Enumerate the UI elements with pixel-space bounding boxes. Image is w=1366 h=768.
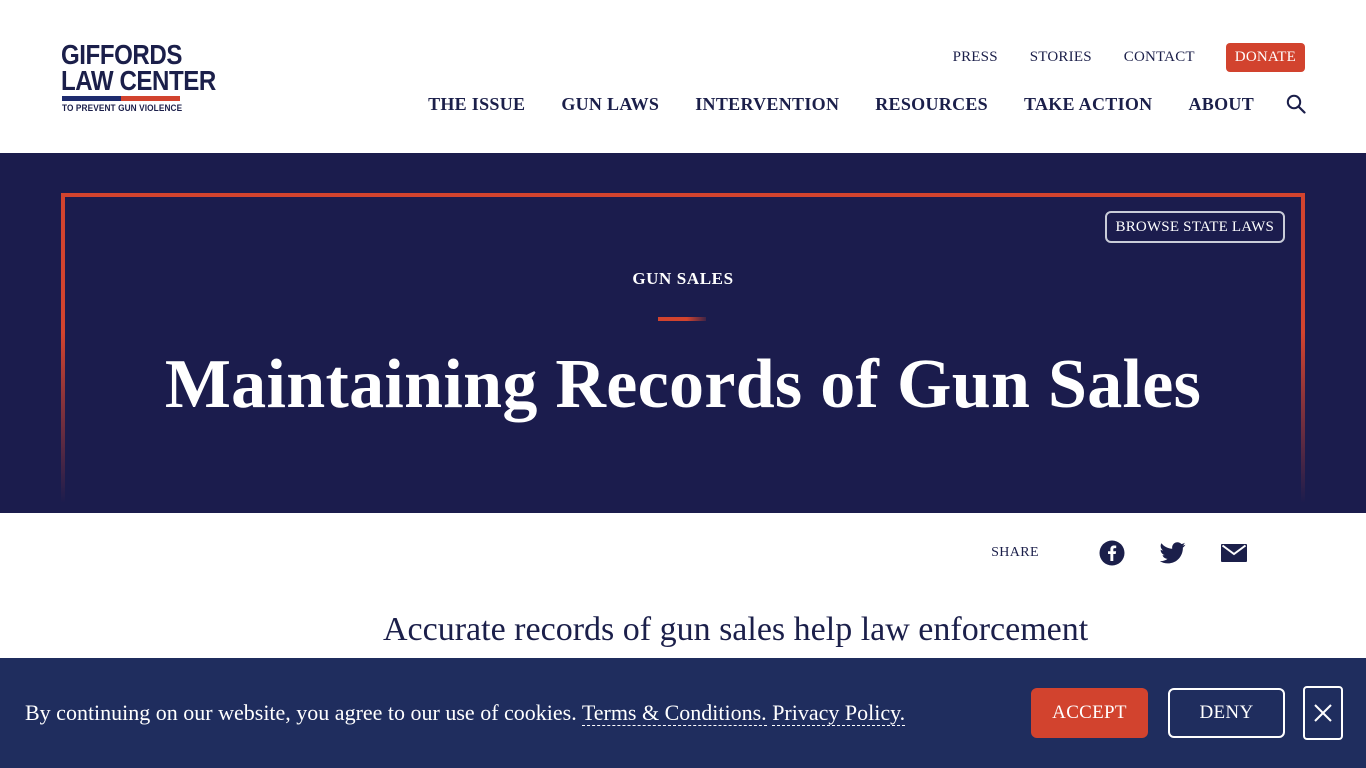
logo-tagline: TO PREVENT GUN VIOLENCE (62, 103, 183, 113)
cookie-banner: By continuing on our website, you agree … (0, 658, 1366, 768)
share-bar: SHARE (991, 537, 1248, 569)
accept-cookies-button[interactable]: ACCEPT (1031, 688, 1148, 738)
facebook-icon[interactable] (1098, 539, 1126, 567)
nav-stories[interactable]: STORIES (1030, 49, 1092, 66)
twitter-icon[interactable] (1159, 539, 1187, 567)
close-icon[interactable] (1303, 686, 1343, 740)
utility-nav: PRESS STORIES CONTACT DONATE (921, 42, 1305, 72)
privacy-policy-link[interactable]: Privacy Policy. (772, 700, 906, 726)
nav-the-issue[interactable]: THE ISSUE (428, 94, 525, 115)
nav-press[interactable]: PRESS (953, 49, 998, 66)
nav-resources[interactable]: RESOURCES (875, 94, 988, 115)
donate-button[interactable]: DONATE (1225, 42, 1305, 72)
terms-link[interactable]: Terms & Conditions. (581, 700, 767, 726)
hero-frame: BROWSE STATE LAWS GUN SALES Maintaining … (61, 193, 1305, 513)
intro-paragraph: Accurate records of gun sales help law e… (383, 611, 1089, 648)
site-header: GIFFORDS LAW CENTER TO PREVENT GUN VIOLE… (0, 0, 1366, 153)
nav-take-action[interactable]: TAKE ACTION (1024, 94, 1153, 115)
cookie-message: By continuing on our website, you agree … (25, 698, 906, 728)
logo-color-bar (62, 96, 180, 101)
eyebrow-divider (658, 317, 706, 321)
browse-state-laws-button[interactable]: BROWSE STATE LAWS (1104, 211, 1285, 243)
giffords-logo[interactable]: GIFFORDS LAW CENTER TO PREVENT GUN VIOLE… (61, 41, 216, 114)
nav-contact[interactable]: CONTACT (1124, 49, 1195, 66)
nav-intervention[interactable]: INTERVENTION (695, 94, 839, 115)
hero-banner: BROWSE STATE LAWS GUN SALES Maintaining … (0, 153, 1366, 513)
share-label: SHARE (991, 545, 1039, 560)
deny-cookies-button[interactable]: DENY (1168, 688, 1285, 738)
email-icon[interactable] (1220, 539, 1248, 567)
nav-about[interactable]: ABOUT (1188, 94, 1254, 115)
category-eyebrow[interactable]: GUN SALES (61, 269, 1305, 289)
search-icon[interactable] (1286, 94, 1306, 114)
page-title: Maintaining Records of Gun Sales (164, 346, 1202, 423)
logo-line-law-center: LAW CENTER (61, 65, 216, 96)
cookie-message-text: By continuing on our website, you agree … (25, 700, 577, 725)
nav-gun-laws[interactable]: GUN LAWS (561, 94, 659, 115)
main-nav: THE ISSUE GUN LAWS INTERVENTION RESOURCE… (392, 92, 1306, 116)
